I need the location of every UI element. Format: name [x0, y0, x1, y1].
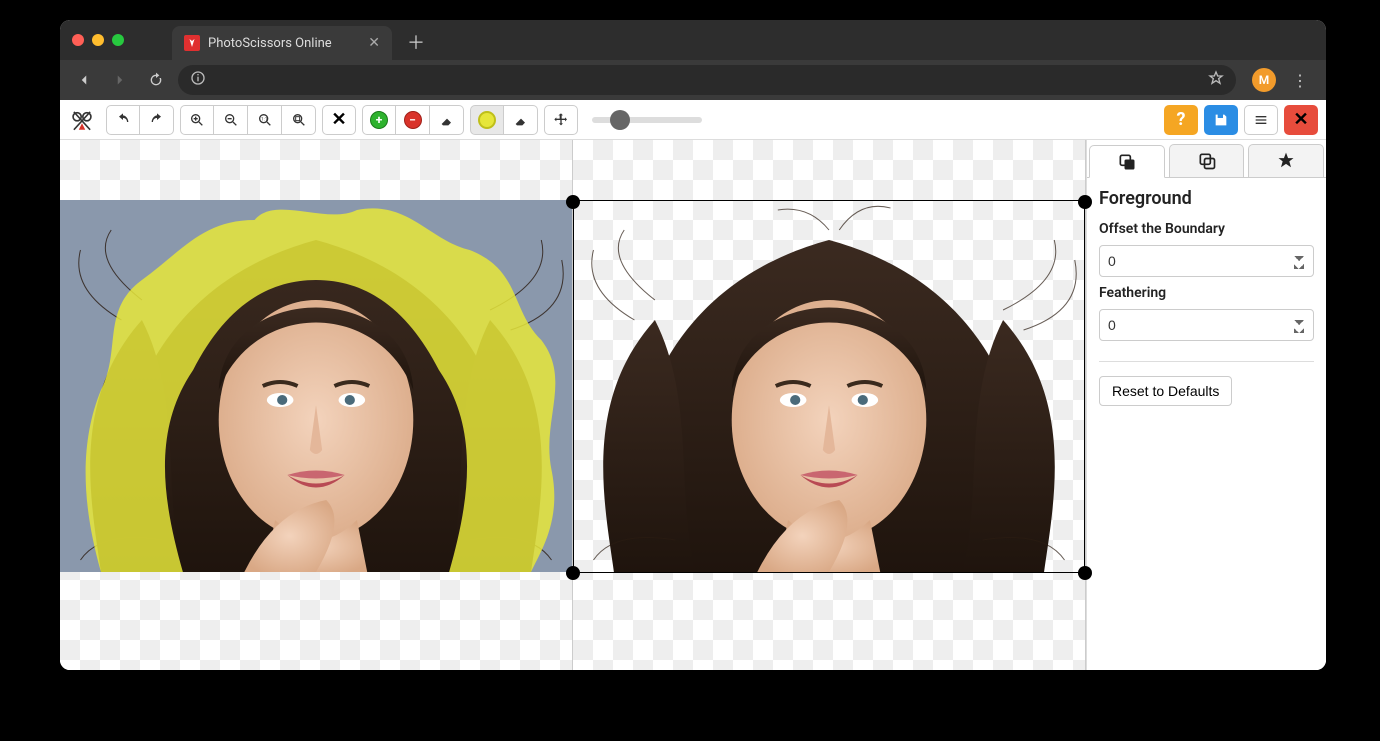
window-fullscreen-button[interactable]	[112, 34, 124, 46]
source-image	[60, 200, 572, 572]
zoom-actual-button[interactable]: 1:1	[248, 105, 282, 135]
browser-window: PhotoScissors Online ✕ ＋ M ⋮	[60, 20, 1326, 670]
svg-text:1:1: 1:1	[261, 116, 267, 122]
properties-sidebar: Foreground Offset the Boundary 0 Feather…	[1086, 140, 1326, 670]
source-panel[interactable]	[60, 140, 573, 670]
tab-title: PhotoScissors Online	[208, 36, 332, 51]
hair-eraser-button[interactable]	[504, 105, 538, 135]
hair-marker-button[interactable]	[470, 105, 504, 135]
sidebar-tabs	[1087, 140, 1326, 178]
new-tab-button[interactable]: ＋	[402, 28, 430, 56]
app-toolbar: 1:1 ✕ + −	[60, 100, 1326, 140]
tab-background[interactable]	[1169, 144, 1245, 177]
tab-favicon-icon	[184, 35, 200, 51]
reload-button[interactable]	[142, 66, 170, 94]
zoom-out-button[interactable]	[214, 105, 248, 135]
layers-filled-icon	[1117, 152, 1137, 172]
result-image	[573, 200, 1085, 572]
app-logo-icon	[68, 106, 96, 134]
crop-handle-bottom-right[interactable]	[1078, 566, 1092, 580]
slider-knob[interactable]	[610, 110, 630, 130]
crop-handle-bottom-left[interactable]	[566, 566, 580, 580]
browser-tab[interactable]: PhotoScissors Online ✕	[172, 26, 392, 60]
browser-menu-button[interactable]: ⋮	[1284, 71, 1316, 90]
avatar-letter: M	[1259, 73, 1270, 87]
plus-icon: +	[370, 111, 388, 129]
background-marker-button[interactable]: −	[396, 105, 430, 135]
tab-effects[interactable]	[1248, 144, 1324, 177]
site-info-icon[interactable]	[190, 70, 206, 90]
yellow-circle-icon	[478, 111, 496, 129]
undo-button[interactable]	[106, 105, 140, 135]
tab-close-button[interactable]: ✕	[368, 35, 380, 51]
zoom-in-button[interactable]	[180, 105, 214, 135]
crop-handle-top-right[interactable]	[1078, 195, 1092, 209]
back-button[interactable]	[70, 66, 98, 94]
brush-size-slider[interactable]	[592, 117, 702, 123]
redo-button[interactable]	[140, 105, 174, 135]
url-input[interactable]	[178, 65, 1236, 95]
crop-handle-top-left[interactable]	[566, 195, 580, 209]
feather-select[interactable]: 0	[1099, 309, 1314, 341]
layers-outline-icon	[1197, 151, 1217, 171]
window-minimize-button[interactable]	[92, 34, 104, 46]
portrait-placeholder-icon	[60, 200, 572, 572]
result-panel[interactable]	[573, 140, 1086, 670]
minus-icon: −	[404, 111, 422, 129]
window-close-button[interactable]	[72, 34, 84, 46]
profile-avatar[interactable]: M	[1252, 68, 1276, 92]
app-close-button[interactable]: ✕	[1284, 105, 1318, 135]
offset-select[interactable]: 0	[1099, 245, 1314, 277]
help-button[interactable]: ?	[1164, 105, 1198, 135]
eraser-button[interactable]	[430, 105, 464, 135]
menu-button[interactable]	[1244, 105, 1278, 135]
window-titlebar: PhotoScissors Online ✕ ＋	[60, 20, 1326, 60]
foreground-marker-button[interactable]: +	[362, 105, 396, 135]
main-area: Foreground Offset the Boundary 0 Feather…	[60, 140, 1326, 670]
zoom-fit-button[interactable]	[282, 105, 316, 135]
save-button[interactable]	[1204, 105, 1238, 135]
star-icon	[1276, 151, 1296, 171]
move-tool-button[interactable]	[544, 105, 578, 135]
divider	[1099, 361, 1314, 362]
tab-foreground[interactable]	[1089, 145, 1165, 178]
clear-markers-button[interactable]: ✕	[322, 105, 356, 135]
bookmark-star-icon[interactable]	[1208, 70, 1224, 90]
forward-button[interactable]	[106, 66, 134, 94]
reset-defaults-button[interactable]: Reset to Defaults	[1099, 376, 1232, 406]
offset-label: Offset the Boundary	[1099, 221, 1314, 237]
portrait-placeholder-icon	[573, 200, 1085, 572]
feather-label: Feathering	[1099, 285, 1314, 301]
sidebar-title: Foreground	[1099, 188, 1314, 209]
browser-toolbar: M ⋮	[60, 60, 1326, 100]
